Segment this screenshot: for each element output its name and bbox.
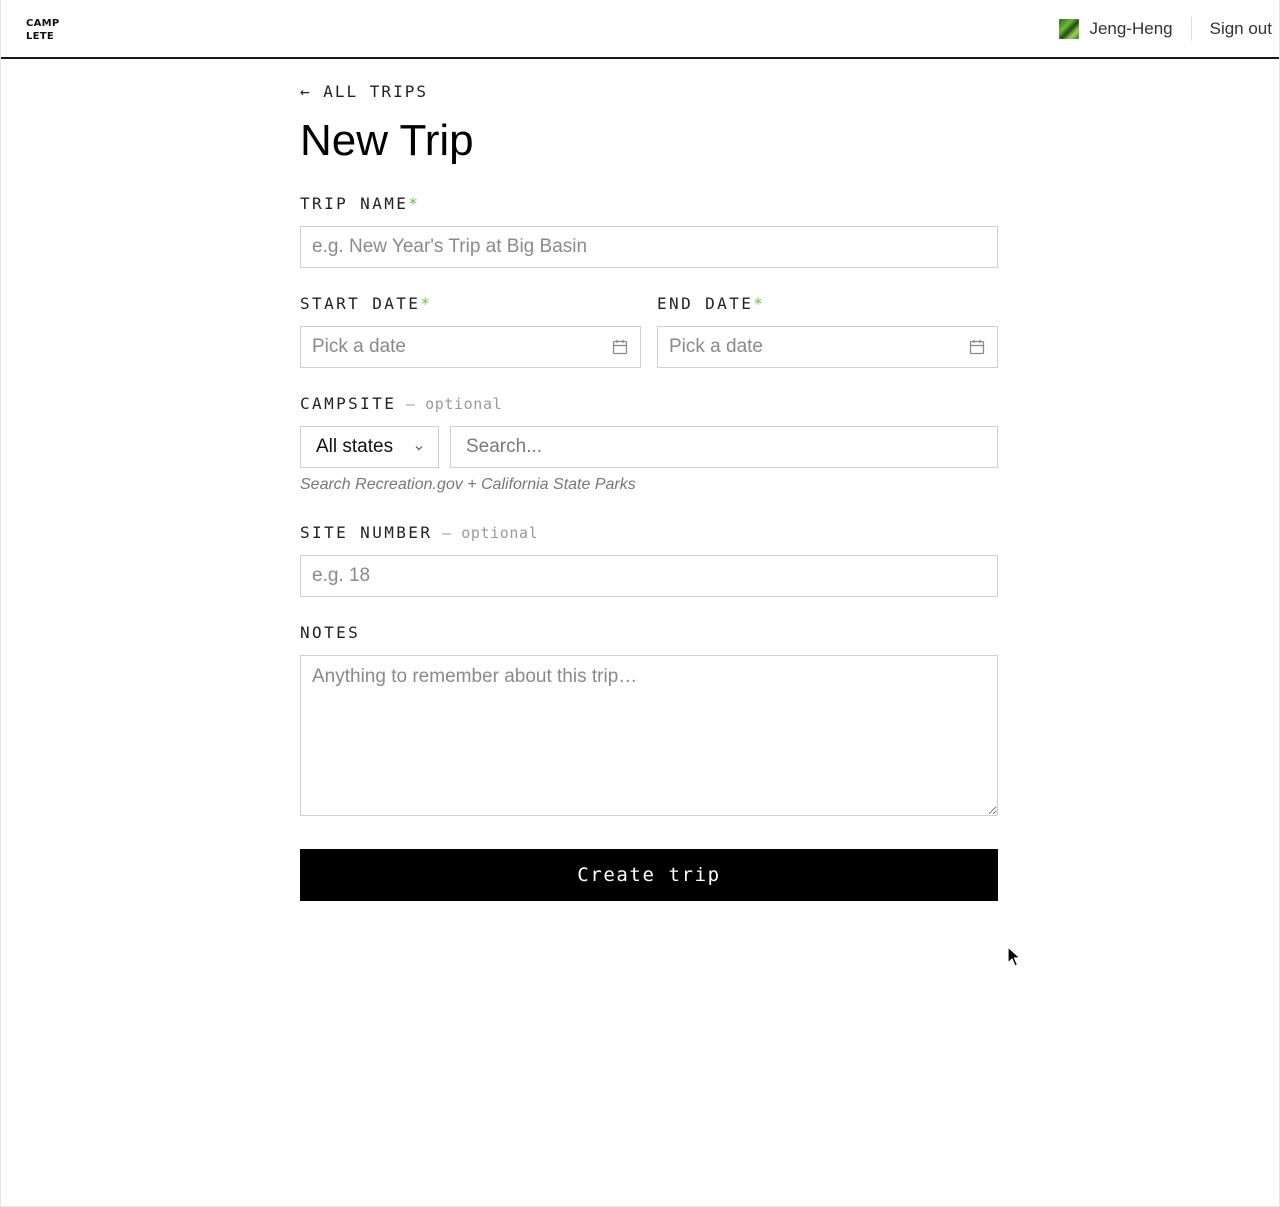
new-trip-form-container: ← ALL TRIPS New Trip (300, 82, 998, 167)
page-title: New Trip (300, 116, 474, 165)
notes-group: NOTES (300, 623, 998, 821)
logo-line-1: CAMP (26, 17, 60, 29)
start-date-picker[interactable]: Pick a date (300, 326, 641, 368)
campsite-label-text: CAMPSITE (300, 394, 397, 413)
calendar-icon[interactable] (969, 339, 985, 355)
campsite-label: CAMPSITE — optional (300, 394, 998, 413)
mouse-pointer-icon (1007, 946, 1021, 967)
site-number-label: SITE NUMBER — optional (300, 523, 998, 542)
create-trip-button[interactable]: Create trip (300, 849, 998, 901)
chevron-down-icon (415, 446, 423, 451)
end-date-picker[interactable]: Pick a date (657, 326, 998, 368)
trip-name-input[interactable] (300, 226, 998, 268)
logo-line-2: LETE (26, 30, 55, 42)
end-date-label: END DATE* (657, 294, 998, 313)
campsite-search-hint: Search Recreation.gov + California State… (300, 476, 636, 493)
campsite-group: CAMPSITE — optional All states Search Re… (300, 394, 998, 494)
campsite-controls: All states (300, 426, 998, 468)
notes-label-text: NOTES (300, 623, 361, 642)
back-to-all-trips-link[interactable]: ← ALL TRIPS (300, 82, 428, 101)
required-mark: * (420, 294, 433, 313)
end-date-label-text: END DATE (657, 294, 754, 313)
calendar-icon[interactable] (612, 339, 628, 355)
logo[interactable]: CAMP LETE (26, 17, 60, 43)
state-select[interactable]: All states (300, 426, 439, 468)
start-date-label: START DATE* (300, 294, 641, 313)
header-divider (1190, 16, 1192, 41)
site-number-label-text: SITE NUMBER (300, 523, 433, 542)
campsite-search-input[interactable] (450, 426, 998, 468)
site-number-input[interactable] (300, 555, 998, 597)
optional-note: — optional (396, 395, 503, 413)
required-mark: * (753, 294, 766, 313)
start-date-group: START DATE* Pick a date (300, 294, 641, 368)
start-date-label-text: START DATE (300, 294, 421, 313)
sign-out-link[interactable]: Sign out (1210, 19, 1272, 39)
end-date-group: END DATE* Pick a date (657, 294, 998, 368)
submit-group: Create trip (300, 849, 998, 901)
state-select-value: All states (316, 436, 394, 457)
notes-label: NOTES (300, 623, 998, 642)
avatar[interactable] (1059, 18, 1080, 39)
end-date-placeholder: Pick a date (669, 336, 763, 357)
user-name[interactable]: Jeng-Heng (1089, 19, 1172, 39)
notes-textarea[interactable] (300, 655, 998, 816)
top-bar: CAMP LETE Jeng-Heng Sign out (1, 0, 1279, 59)
app-window: CAMP LETE Jeng-Heng Sign out ← ALL TRIPS… (0, 0, 1280, 1207)
start-date-placeholder: Pick a date (312, 336, 406, 357)
trip-name-group: TRIP NAME* (300, 194, 998, 268)
user-area: Jeng-Heng Sign out (1059, 0, 1272, 57)
trip-name-label-text: TRIP NAME (300, 194, 409, 213)
optional-note: — optional (432, 524, 539, 542)
required-mark: * (408, 194, 421, 213)
trip-name-label: TRIP NAME* (300, 194, 998, 213)
site-number-group: SITE NUMBER — optional (300, 523, 998, 597)
